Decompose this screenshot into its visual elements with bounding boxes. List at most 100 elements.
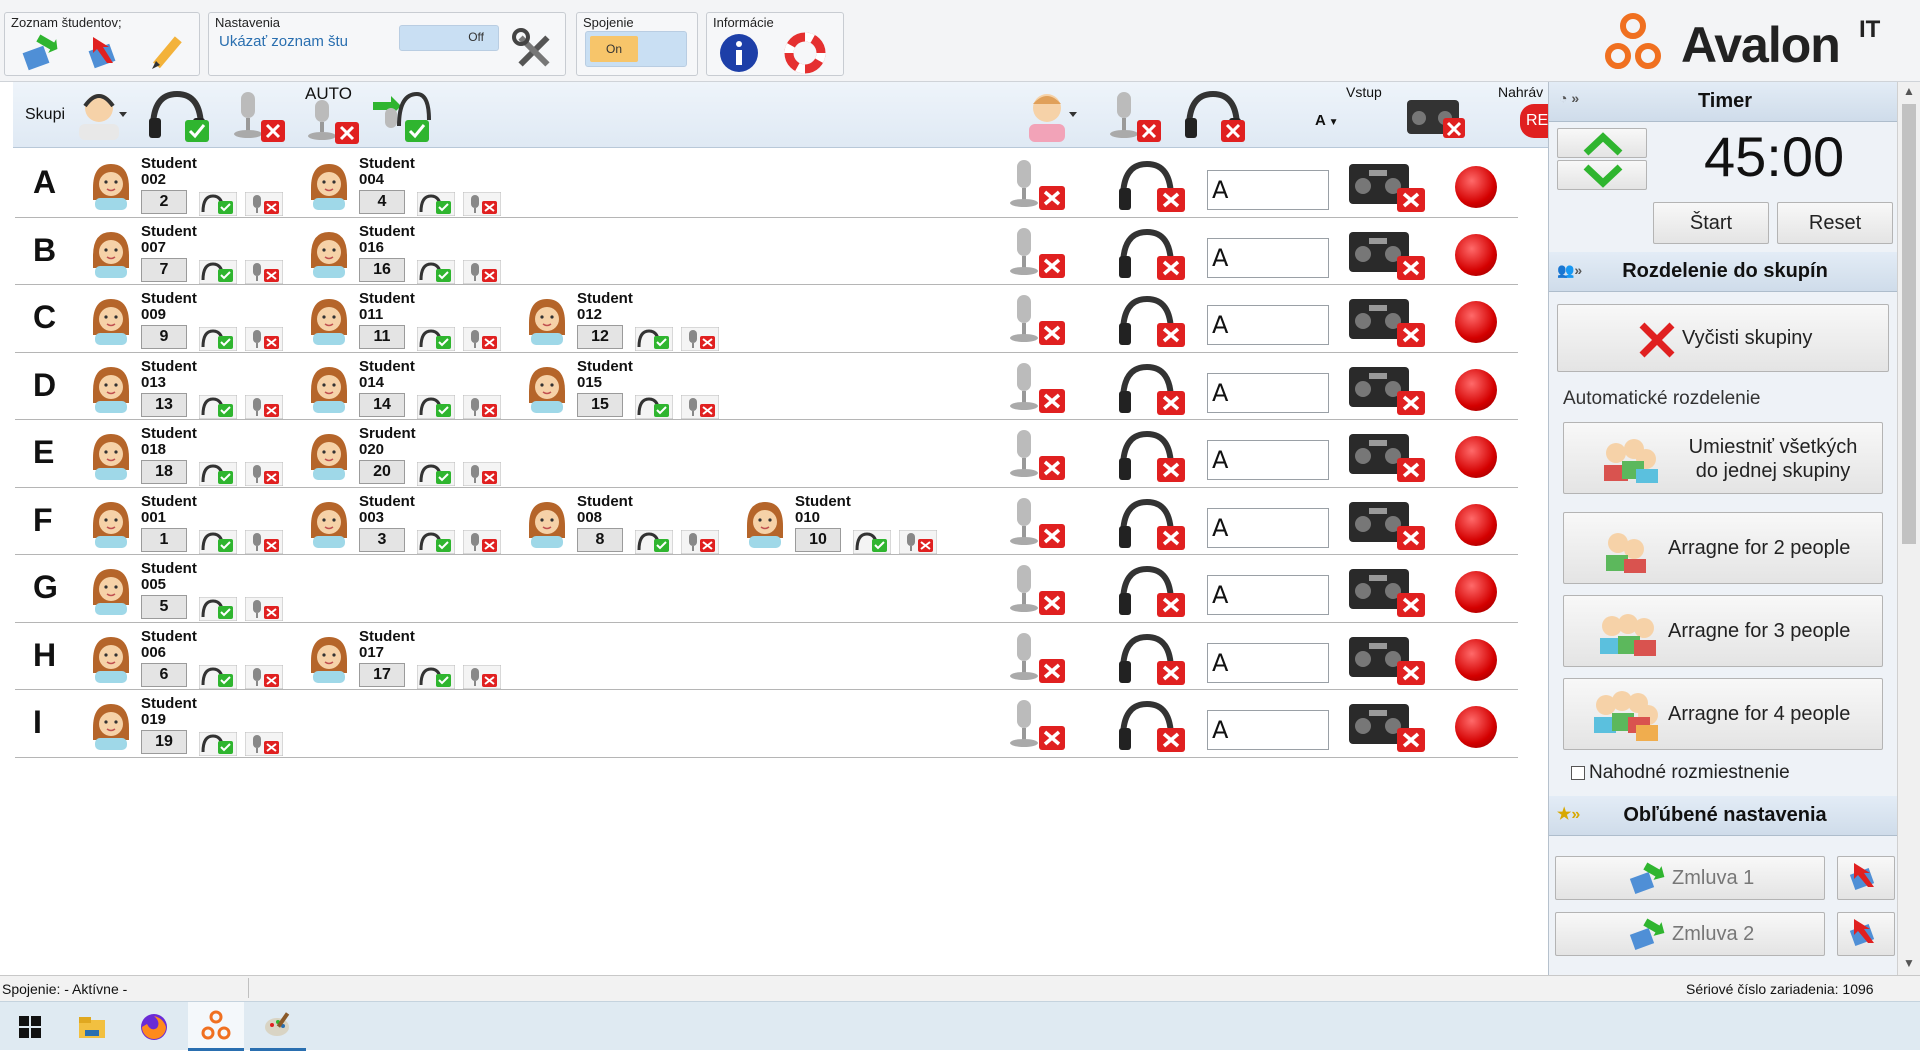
group-input-field[interactable]: A bbox=[1207, 372, 1329, 413]
student-headphones-on-icon[interactable] bbox=[416, 191, 456, 217]
contract-2-button[interactable]: Zmluva 2 bbox=[1555, 912, 1825, 956]
scroll-thumb[interactable] bbox=[1902, 104, 1916, 544]
group-recorder-off-icon[interactable] bbox=[1345, 498, 1427, 550]
clear-groups-button[interactable]: Vyčisti skupiny bbox=[1557, 304, 1889, 372]
student-card[interactable]: Student 003 3 bbox=[305, 492, 515, 554]
student-headphones-on-icon[interactable] bbox=[416, 259, 456, 284]
group-mic-off-icon[interactable] bbox=[1005, 698, 1067, 750]
student-mic-off-icon[interactable] bbox=[244, 529, 284, 554]
student-mic-off-icon[interactable] bbox=[462, 394, 502, 419]
group-record-button[interactable] bbox=[1455, 503, 1497, 546]
transfer-headphones-icon[interactable] bbox=[369, 86, 435, 144]
group-headphones-off-icon[interactable] bbox=[1115, 293, 1187, 347]
student-card[interactable]: Student 002 2 bbox=[87, 154, 297, 217]
group-recorder-off-icon[interactable] bbox=[1345, 565, 1427, 617]
group-input-field[interactable]: A bbox=[1207, 305, 1329, 345]
help-lifebuoy-icon[interactable] bbox=[783, 31, 827, 75]
arrange-4-button[interactable]: Arragne for 4 people bbox=[1563, 678, 1883, 750]
group-headphones-off-icon[interactable] bbox=[1115, 226, 1187, 280]
student-card[interactable]: Student 001 1 bbox=[87, 492, 297, 554]
group-input-field[interactable]: A bbox=[1207, 440, 1329, 480]
groups-panel-header[interactable]: 👥» Rozdelenie do skupín bbox=[1549, 252, 1901, 292]
student-card[interactable]: Student 005 5 bbox=[87, 559, 297, 622]
timer-up-button[interactable] bbox=[1557, 128, 1647, 158]
all-recorders-off-icon[interactable] bbox=[1403, 94, 1469, 140]
group-mic-off-icon[interactable] bbox=[1005, 496, 1067, 548]
group-input-field[interactable]: A bbox=[1207, 170, 1329, 210]
student-mic-off-icon[interactable] bbox=[462, 529, 502, 554]
windows-start-icon[interactable] bbox=[2, 1002, 58, 1051]
student-headphones-on-icon[interactable] bbox=[198, 461, 238, 487]
student-headphones-on-icon[interactable] bbox=[416, 664, 456, 689]
student-card[interactable]: Student 016 16 bbox=[305, 222, 515, 284]
group-record-button[interactable] bbox=[1455, 436, 1497, 478]
group-headphones-off-icon[interactable] bbox=[1115, 158, 1187, 212]
scroll-down-icon[interactable]: ▼ bbox=[1903, 956, 1915, 970]
group-record-button[interactable] bbox=[1455, 571, 1497, 613]
group-headphones-off-icon[interactable] bbox=[1115, 496, 1187, 550]
group-input-field[interactable]: A bbox=[1207, 507, 1329, 548]
edit-list-icon[interactable] bbox=[147, 33, 187, 73]
student-headphones-on-icon[interactable] bbox=[198, 191, 238, 217]
group-headphones-off-icon[interactable] bbox=[1115, 361, 1187, 415]
auto-mic-off-icon[interactable] bbox=[297, 98, 363, 144]
student-mic-off-icon[interactable] bbox=[244, 596, 284, 622]
student-mic-off-icon[interactable] bbox=[680, 394, 720, 419]
student-headphones-on-icon[interactable] bbox=[416, 529, 456, 554]
student-card[interactable]: Student 015 15 bbox=[523, 357, 733, 419]
student-card[interactable]: Student 012 12 bbox=[523, 289, 733, 352]
timer-header[interactable]: ◔ » Timer bbox=[1549, 82, 1901, 122]
all-one-group-button[interactable]: Umiestniť všetkých do jednej skupiny bbox=[1563, 422, 1883, 494]
student-headphones-on-icon[interactable] bbox=[852, 529, 892, 554]
group-record-button[interactable] bbox=[1455, 706, 1497, 748]
group-input-field[interactable]: A bbox=[1207, 710, 1329, 750]
student-headphones-on-icon[interactable] bbox=[198, 664, 238, 689]
student-voice-icon[interactable] bbox=[1025, 86, 1079, 142]
group-recorder-off-icon[interactable] bbox=[1345, 295, 1427, 347]
group-headphones-off-icon[interactable] bbox=[1115, 428, 1187, 482]
student-headphones-on-icon[interactable] bbox=[198, 259, 238, 284]
group-mic-off-icon[interactable] bbox=[1099, 88, 1165, 142]
group-headphones-off-icon[interactable] bbox=[1115, 563, 1187, 617]
student-mic-off-icon[interactable] bbox=[244, 191, 284, 217]
save-preset-1-button[interactable] bbox=[1837, 856, 1895, 900]
scroll-up-icon[interactable]: ▲ bbox=[1903, 84, 1915, 98]
student-card[interactable]: Student 010 10 bbox=[741, 492, 951, 554]
student-mic-off-icon[interactable] bbox=[462, 191, 502, 217]
group-headphones-off-icon[interactable] bbox=[1115, 698, 1187, 752]
student-mic-off-icon[interactable] bbox=[244, 259, 284, 284]
contract-1-button[interactable]: Zmluva 1 bbox=[1555, 856, 1825, 900]
student-mic-off-icon[interactable] bbox=[244, 664, 284, 689]
student-mic-off-icon[interactable] bbox=[244, 394, 284, 419]
import-list-icon[interactable] bbox=[19, 33, 59, 73]
record-all-button[interactable]: RE bbox=[1520, 104, 1548, 138]
arrange-3-button[interactable]: Arragne for 3 people bbox=[1563, 595, 1883, 667]
student-card[interactable]: Student 008 8 bbox=[523, 492, 733, 554]
student-mic-off-icon[interactable] bbox=[244, 461, 284, 487]
group-recorder-off-icon[interactable] bbox=[1345, 160, 1427, 212]
timer-down-button[interactable] bbox=[1557, 160, 1647, 190]
tools-icon[interactable] bbox=[509, 27, 559, 73]
student-headphones-on-icon[interactable] bbox=[634, 529, 674, 554]
random-checkbox[interactable] bbox=[1571, 766, 1585, 780]
group-input-field[interactable]: A bbox=[1207, 237, 1329, 278]
group-mic-off-icon[interactable] bbox=[1005, 226, 1067, 278]
group-input-field[interactable]: A bbox=[1207, 642, 1329, 683]
group-recorder-off-icon[interactable] bbox=[1345, 228, 1427, 280]
favorites-header[interactable]: ★» Obľúbené nastavenia bbox=[1549, 796, 1901, 836]
group-mic-off-icon[interactable] bbox=[1005, 428, 1067, 480]
student-mic-off-icon[interactable] bbox=[462, 326, 502, 352]
student-headphones-on-icon[interactable] bbox=[198, 394, 238, 419]
student-card[interactable]: Student 009 9 bbox=[87, 289, 297, 352]
info-icon[interactable] bbox=[717, 31, 761, 75]
group-recorder-off-icon[interactable] bbox=[1345, 633, 1427, 685]
group-record-button[interactable] bbox=[1455, 638, 1497, 681]
student-card[interactable]: Student 014 14 bbox=[305, 357, 515, 419]
file-explorer-icon[interactable] bbox=[64, 1002, 120, 1051]
export-list-icon[interactable] bbox=[83, 33, 123, 73]
connection-toggle[interactable]: On bbox=[585, 31, 687, 67]
show-list-toggle[interactable]: Off bbox=[399, 25, 499, 51]
group-record-button[interactable] bbox=[1455, 368, 1497, 411]
student-headphones-on-icon[interactable] bbox=[416, 394, 456, 419]
input-select[interactable]: A ▼ bbox=[1315, 112, 1355, 132]
